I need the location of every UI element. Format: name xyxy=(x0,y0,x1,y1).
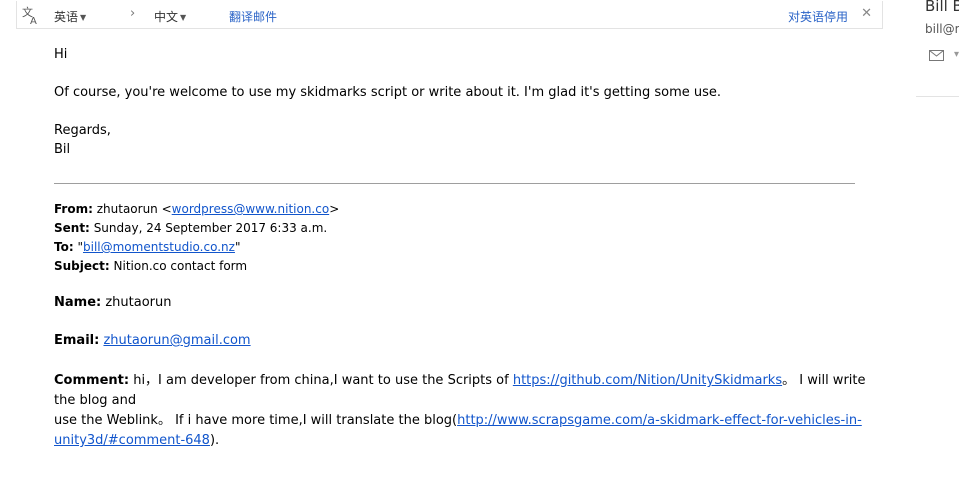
name-label: Name: xyxy=(54,295,102,310)
email-value-link[interactable]: zhutaorun@gmail.com xyxy=(103,333,250,348)
target-language-select[interactable]: 中文 ▼ xyxy=(154,8,186,25)
greeting: Hi xyxy=(54,47,68,62)
divider xyxy=(916,96,959,97)
name-field: Name: zhutaorun xyxy=(54,293,874,313)
reply-text: Of course, you're welcome to use my skid… xyxy=(54,85,722,100)
to-line: To: "bill@momentstudio.co.nz" xyxy=(54,238,884,257)
name-value: zhutaorun xyxy=(105,295,172,310)
reply-body: Hi Of course, you're welcome to use my s… xyxy=(54,45,884,159)
sent-label: Sent: xyxy=(54,221,90,235)
comment-text-4: ). xyxy=(209,433,220,448)
subject-line: Subject: Nition.co contact form xyxy=(54,257,884,276)
contact-form-fields: Name: zhutaorun Email: zhutaorun@gmail.c… xyxy=(54,293,874,451)
comment-text-3: use the Weblink。 If i have more time,I w… xyxy=(54,413,458,428)
more-icon[interactable]: ▾ xyxy=(954,49,959,60)
sent-value: Sunday, 24 September 2017 6:33 a.m. xyxy=(93,221,328,235)
target-language-label: 中文 xyxy=(154,10,179,24)
stop-translating-link[interactable]: 对英语停用 xyxy=(788,8,848,25)
translate-message-link[interactable]: 翻译邮件 xyxy=(229,8,277,25)
translate-bar: 文 A 英语 ▼ › 中文 ▼ 翻译邮件 对英语停用 ✕ xyxy=(16,1,883,29)
from-label: From: xyxy=(54,202,93,216)
email-label: Email: xyxy=(54,333,100,348)
subject-label: Subject: xyxy=(54,259,110,273)
sent-line: Sent: Sunday, 24 September 2017 6:33 a.m… xyxy=(54,219,884,238)
to-email-link[interactable]: bill@momentstudio.co.nz xyxy=(83,240,235,254)
contact-email: bill@m xyxy=(925,22,959,36)
source-language-select[interactable]: 英语 ▼ xyxy=(54,8,86,25)
quoted-header: From: zhutaorun <wordpress@www.nition.co… xyxy=(54,200,884,276)
from-end: > xyxy=(329,202,340,216)
chevron-right-icon: › xyxy=(130,6,136,21)
quote-divider xyxy=(54,183,855,184)
from-name: zhutaorun < xyxy=(96,202,172,216)
github-link[interactable]: https://github.com/Nition/UnitySkidmarks xyxy=(513,373,782,388)
subject-value: Nition.co contact form xyxy=(113,259,248,273)
signoff: Regards, xyxy=(54,123,111,138)
to-label: To: xyxy=(54,240,74,254)
chevron-down-icon: ▼ xyxy=(180,13,187,22)
from-line: From: zhutaorun <wordpress@www.nition.co… xyxy=(54,200,884,219)
close-icon[interactable]: ✕ xyxy=(861,6,872,21)
contact-name: Bill B xyxy=(925,0,959,15)
svg-text:A: A xyxy=(30,16,37,25)
from-email-link[interactable]: wordpress@www.nition.co xyxy=(172,202,330,216)
source-language-label: 英语 xyxy=(54,10,79,24)
to-suffix: " xyxy=(234,240,241,254)
translate-icon[interactable]: 文 A xyxy=(21,5,41,25)
comment-label: Comment: xyxy=(54,373,130,388)
signature: Bil xyxy=(54,142,71,157)
email-field: Email: zhutaorun@gmail.com xyxy=(54,331,874,351)
mail-icon[interactable] xyxy=(929,50,944,61)
comment-field: Comment: hi，I am developer from china,I … xyxy=(54,371,874,451)
comment-text-1: hi，I am developer from china,I want to u… xyxy=(133,373,513,388)
chevron-down-icon: ▼ xyxy=(80,13,87,22)
